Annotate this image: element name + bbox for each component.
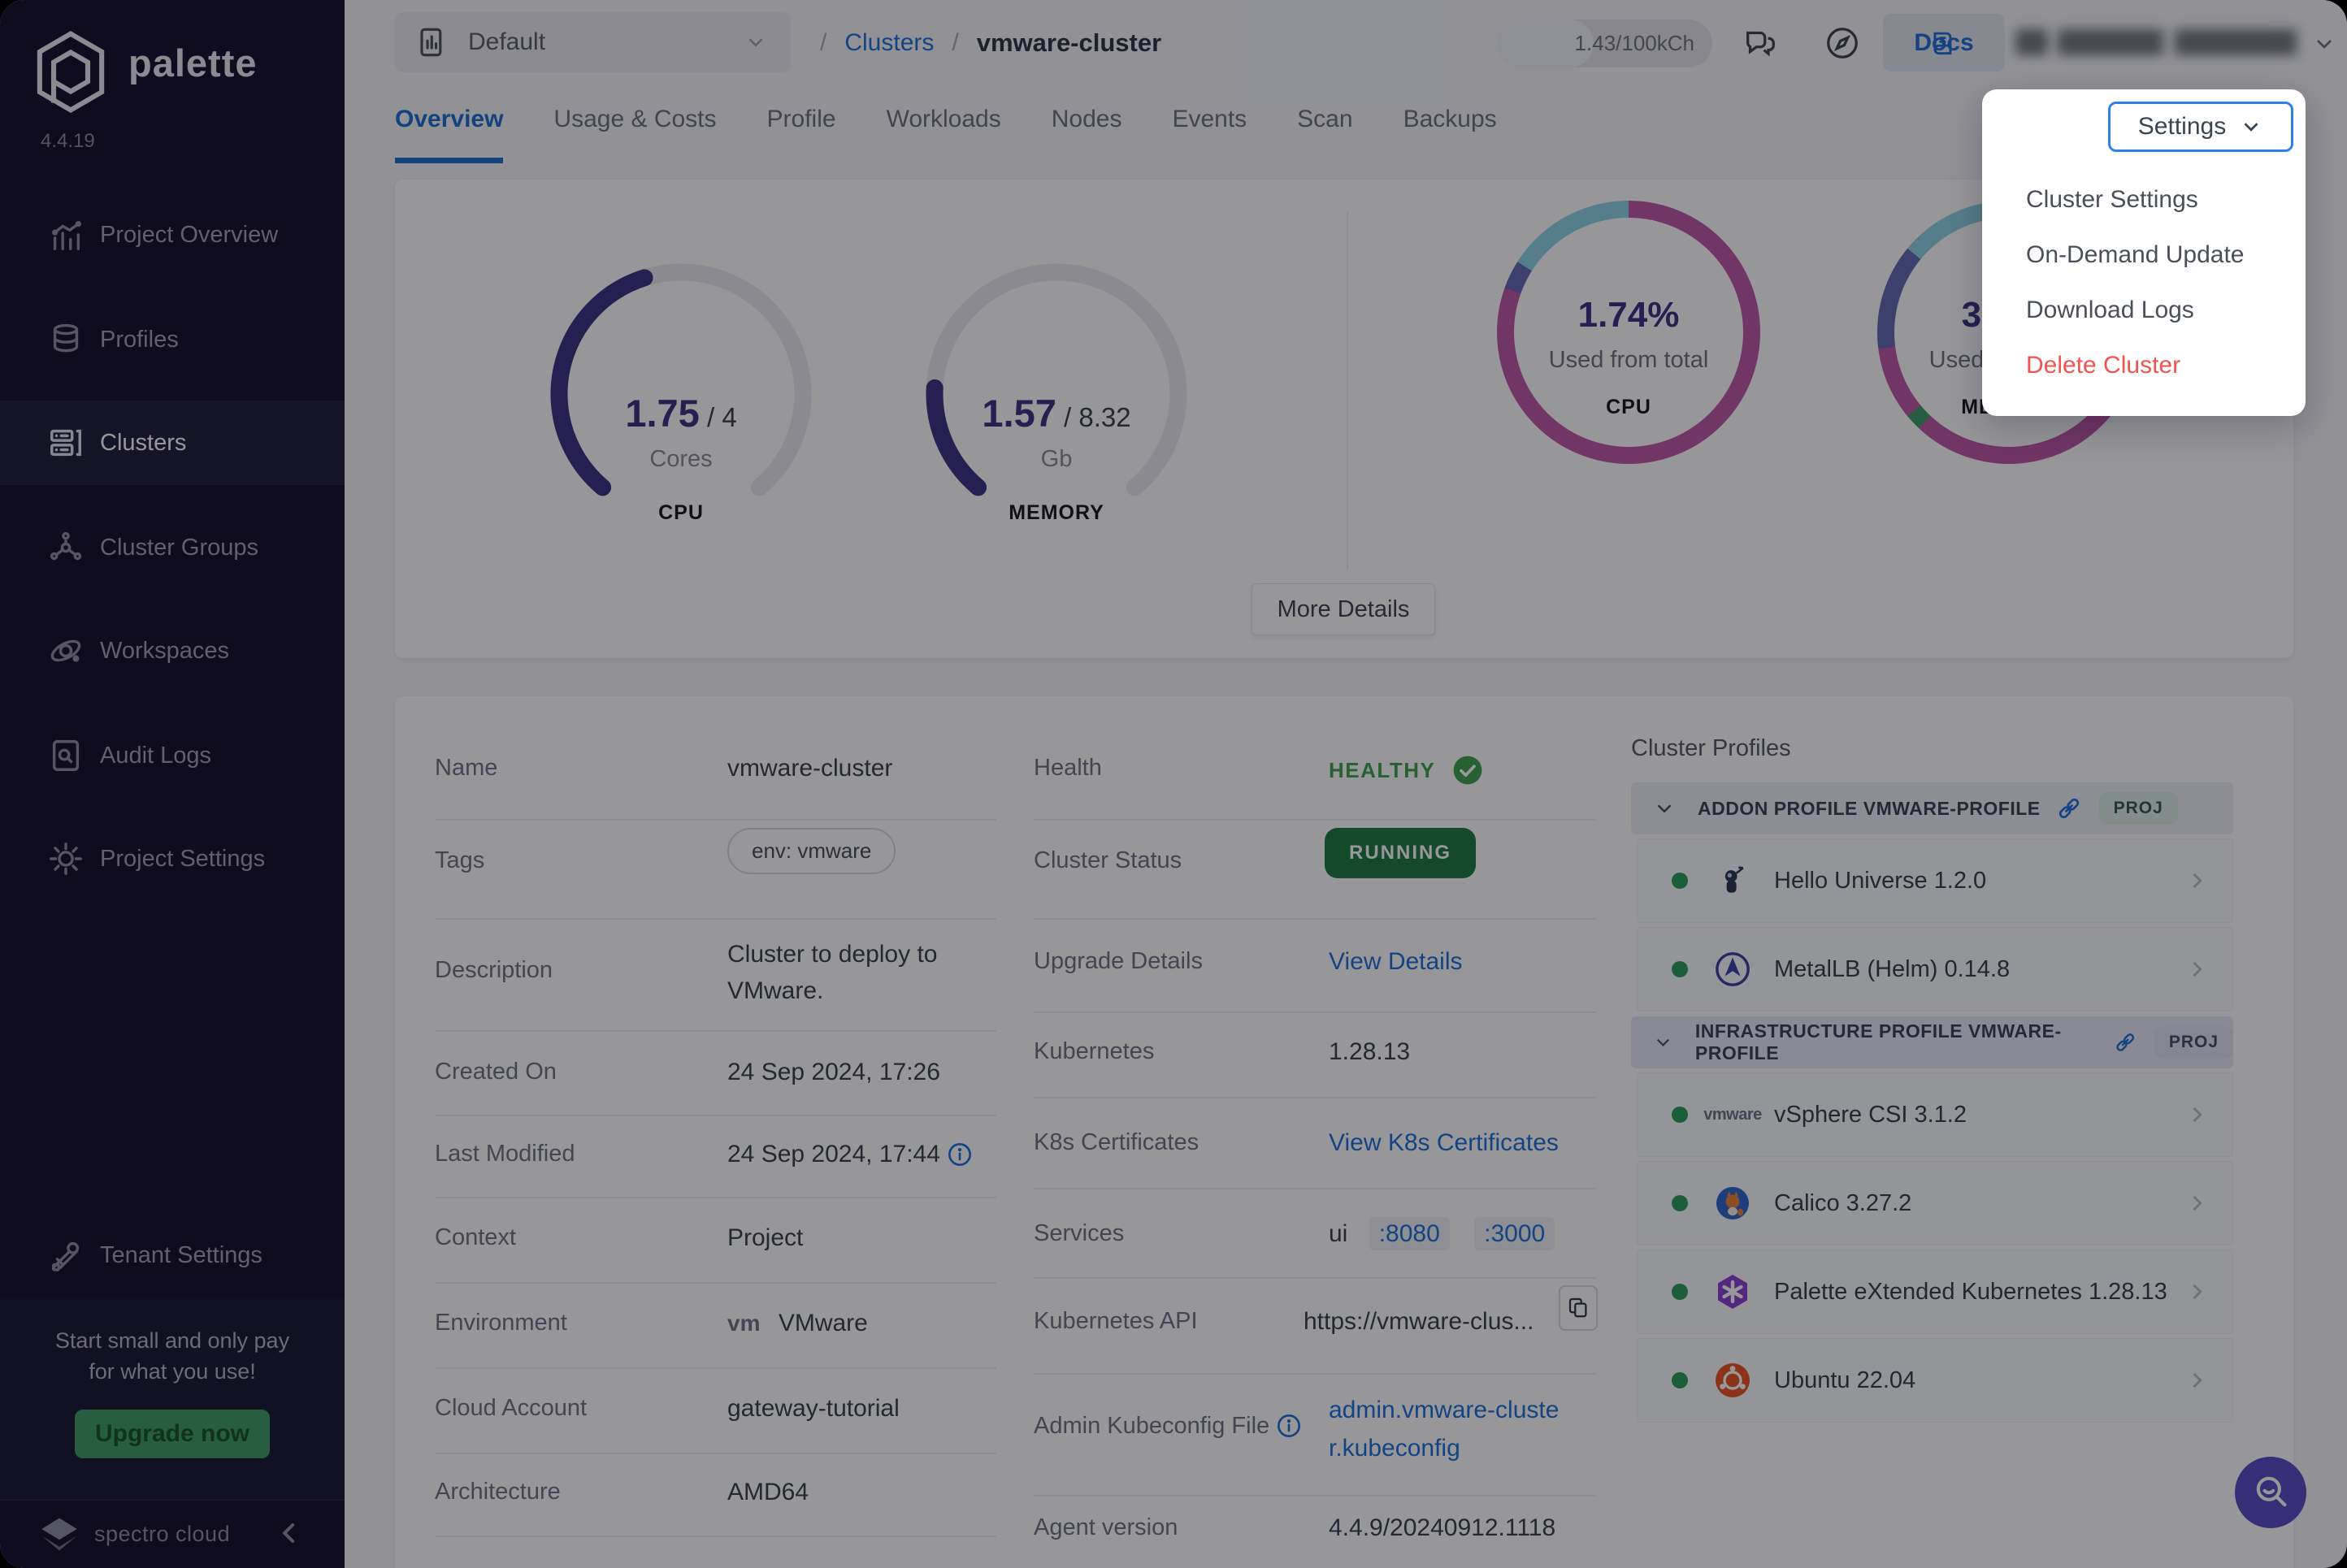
settings-dropdown: Settings Cluster Settings On-Demand Upda… <box>1982 89 2306 416</box>
settings-button-label: Settings <box>2138 113 2226 141</box>
menu-item-cluster-settings[interactable]: Cluster Settings <box>2026 172 2244 227</box>
menu-item-download-logs[interactable]: Download Logs <box>2026 283 2244 338</box>
app-window: palette 4.4.19 Project Overview Profiles… <box>0 0 2347 1568</box>
settings-button[interactable]: Settings <box>2108 102 2293 152</box>
menu-item-delete-cluster[interactable]: Delete Cluster <box>2026 338 2244 393</box>
chevron-down-icon <box>2239 115 2263 139</box>
settings-menu: Cluster Settings On-Demand Update Downlo… <box>2026 172 2244 393</box>
menu-item-on-demand-update[interactable]: On-Demand Update <box>2026 227 2244 283</box>
